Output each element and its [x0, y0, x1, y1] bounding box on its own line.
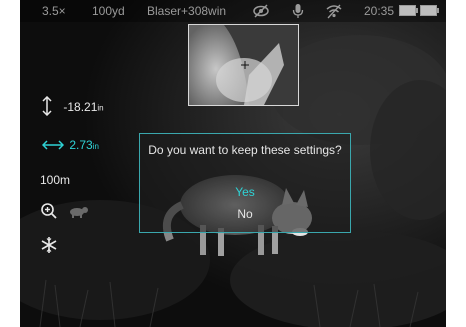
dialog-message: Do you want to keep these settings? [148, 143, 342, 157]
wifi-icon [325, 3, 343, 22]
thermal-viewfinder: 3.5× 100yd Blaser+308win 20:35 -18.21in … [20, 0, 446, 327]
vertical-arrows-icon [42, 95, 52, 119]
animal-icon [67, 204, 89, 221]
horizontal-offset-value: 2.73 [69, 138, 93, 152]
no-button[interactable]: No [215, 207, 275, 221]
picture-in-picture-zoom [188, 24, 299, 106]
status-bar: 3.5× 100yd Blaser+308win 20:35 [20, 0, 446, 22]
range-distance: 100m [40, 173, 71, 187]
microphone-icon [292, 3, 304, 22]
horizontal-arrows-icon [41, 139, 65, 153]
confirm-settings-dialog: Do you want to keep these settings? Yes … [139, 133, 351, 233]
horizontal-offset-unit: in [92, 142, 99, 151]
snowflake-icon [40, 236, 58, 257]
battery-icon [399, 5, 439, 20]
distance-setting: 100yd [92, 4, 125, 18]
eye-off-icon [252, 3, 270, 22]
horizontal-offset: 2.73in [41, 138, 99, 154]
vertical-offset-value: -18.21 [63, 99, 98, 114]
clock: 20:35 [364, 4, 395, 18]
ballistic-profile: Blaser+308win [147, 4, 227, 18]
vertical-offset: -18.21in [42, 95, 104, 119]
pip-image [189, 25, 298, 105]
zoom-in-icon [40, 202, 58, 223]
yes-button[interactable]: Yes [215, 185, 275, 199]
zoom-level: 3.5× [42, 4, 66, 18]
zoom-indicators [40, 202, 89, 223]
vertical-offset-unit: in [97, 103, 104, 113]
